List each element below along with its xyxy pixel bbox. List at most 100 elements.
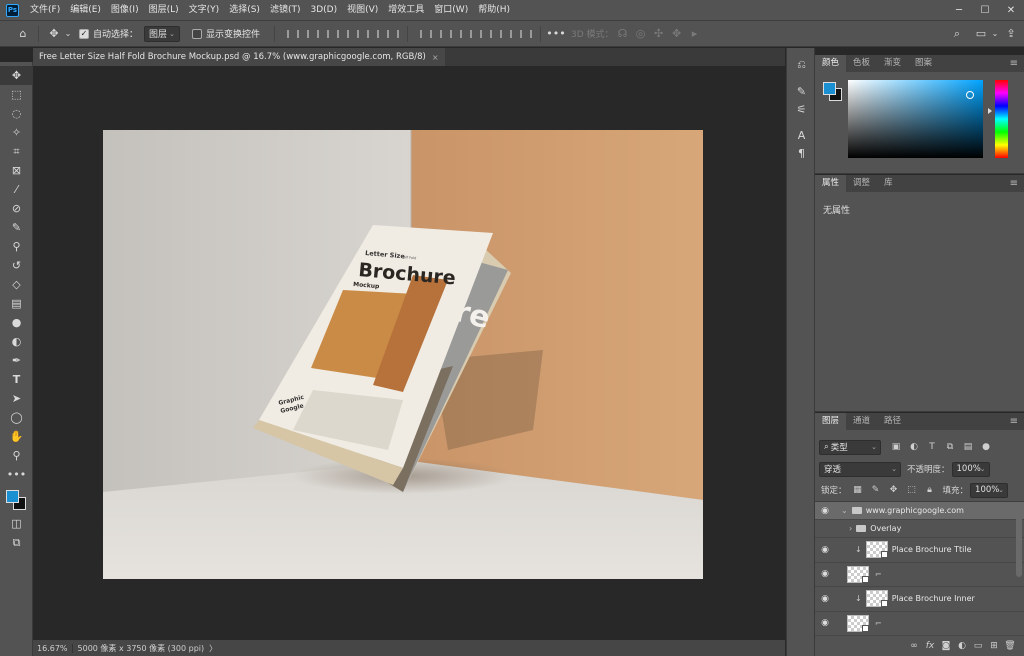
panel-menu-icon[interactable]: ≡ bbox=[1010, 58, 1018, 69]
layer-row[interactable]: ◉ ⌐ bbox=[815, 612, 1024, 636]
eyedropper-tool-icon[interactable]: ⁄ bbox=[0, 180, 33, 199]
layer-row[interactable]: ◉ ↓ Place Brochure Inner bbox=[815, 587, 1024, 612]
close-document-icon[interactable]: × bbox=[432, 53, 439, 62]
visibility-eye-icon[interactable]: ◉ bbox=[815, 618, 835, 628]
home-icon[interactable]: ⌂ bbox=[14, 25, 32, 43]
healing-brush-tool-icon[interactable]: ⊘ bbox=[0, 199, 33, 218]
show-transform-checkbox[interactable] bbox=[192, 28, 203, 39]
more-options-icon[interactable]: ••• bbox=[546, 25, 565, 43]
new-adjustment-layer-icon[interactable]: ◐ bbox=[954, 641, 970, 651]
menu-file[interactable]: 文件(F) bbox=[25, 0, 65, 20]
layer-mask-icon[interactable]: ◙ bbox=[938, 641, 954, 651]
layer-row[interactable]: ◉ ↓ Place Brochure Ttile bbox=[815, 538, 1024, 563]
filter-shape-icon[interactable]: ⧉ bbox=[943, 440, 957, 454]
chevron-right-icon[interactable]: › bbox=[849, 524, 852, 533]
auto-select-checkbox[interactable]: ✓ bbox=[79, 28, 89, 39]
panel-menu-icon[interactable]: ≡ bbox=[1010, 416, 1018, 427]
panel-menu-icon[interactable]: ≡ bbox=[1010, 178, 1018, 189]
eraser-tool-icon[interactable]: ◇ bbox=[0, 275, 33, 294]
color-picker-cursor[interactable] bbox=[966, 91, 974, 99]
crop-tool-icon[interactable]: ⌗ bbox=[0, 142, 33, 161]
maximize-icon[interactable]: ☐ bbox=[972, 0, 998, 20]
menu-layer[interactable]: 图层(L) bbox=[144, 0, 184, 20]
align-hcenter-icon[interactable] bbox=[304, 27, 320, 41]
menu-window[interactable]: 窗口(W) bbox=[429, 0, 473, 20]
minimize-icon[interactable]: ─ bbox=[946, 0, 972, 20]
paragraph-panel-icon[interactable]: ¶ bbox=[787, 144, 816, 162]
layer-style-icon[interactable]: fx bbox=[922, 641, 938, 651]
workspace-chevron-icon[interactable]: ⌄ bbox=[990, 25, 1000, 43]
filter-pixel-icon[interactable]: ▣ bbox=[889, 440, 903, 454]
menu-select[interactable]: 选择(S) bbox=[224, 0, 265, 20]
distribute-top-icon[interactable] bbox=[417, 27, 433, 41]
layer-row[interactable]: ◉ ⌐ bbox=[815, 563, 1024, 587]
path-select-tool-icon[interactable]: ➤ bbox=[0, 389, 33, 408]
align-top-icon[interactable] bbox=[344, 27, 360, 41]
filter-adjustment-icon[interactable]: ◐ bbox=[907, 440, 921, 454]
distribute-hcenter-icon[interactable] bbox=[497, 27, 513, 41]
align-left-icon[interactable] bbox=[284, 27, 300, 41]
menu-edit[interactable]: 编辑(E) bbox=[65, 0, 106, 20]
clone-stamp-tool-icon[interactable]: ⚲ bbox=[0, 237, 33, 256]
auto-select-dropdown[interactable]: 图层 ⌄ bbox=[144, 25, 181, 42]
lock-transparency-icon[interactable]: ▦ bbox=[851, 483, 865, 497]
hue-slider-arrow[interactable] bbox=[988, 108, 992, 114]
menu-help[interactable]: 帮助(H) bbox=[473, 0, 515, 20]
distribute-bottom-icon[interactable] bbox=[457, 27, 473, 41]
hand-tool-icon[interactable]: ✋ bbox=[0, 427, 33, 446]
move-tool-icon[interactable]: ✥ bbox=[0, 66, 33, 85]
workspace-icon[interactable]: ▭ bbox=[972, 25, 990, 43]
align-right-icon[interactable] bbox=[324, 27, 340, 41]
new-group-icon[interactable]: ▭ bbox=[970, 641, 986, 651]
filter-type-icon[interactable]: T bbox=[925, 440, 939, 454]
adjustments-icon[interactable]: ⚟ bbox=[787, 100, 816, 118]
distribute-right-icon[interactable] bbox=[517, 27, 533, 41]
dodge-tool-icon[interactable]: ◐ bbox=[0, 332, 33, 351]
search-icon[interactable]: ⌕ bbox=[948, 25, 966, 43]
zoom-tool-icon[interactable]: ⚲ bbox=[0, 446, 33, 465]
menu-plugins[interactable]: 增效工具 bbox=[383, 0, 429, 20]
layer-filter-dropdown[interactable]: ⌕ 类型 ⌄ bbox=[819, 439, 881, 455]
link-layers-icon[interactable]: ∞ bbox=[906, 641, 922, 651]
opacity-field[interactable]: 100% ⌄ bbox=[951, 461, 990, 477]
fill-field[interactable]: 100% ⌄ bbox=[970, 482, 1009, 498]
delete-layer-icon[interactable]: 🗑︎ bbox=[1002, 641, 1018, 651]
menu-view[interactable]: 视图(V) bbox=[342, 0, 383, 20]
edit-toolbar-icon[interactable]: ••• bbox=[0, 465, 33, 484]
menu-filter[interactable]: 滤镜(T) bbox=[265, 0, 306, 20]
zoom-level[interactable]: 16.67% bbox=[33, 643, 73, 653]
lock-position-icon[interactable]: ✥ bbox=[887, 483, 901, 497]
layer-row[interactable]: › Overlay bbox=[815, 520, 1024, 538]
document-canvas[interactable]: re Letter Size Half Fold Brochure Mockup… bbox=[103, 130, 703, 579]
align-vcenter-icon[interactable] bbox=[364, 27, 380, 41]
slide-3d-icon[interactable]: ✥ bbox=[668, 25, 686, 43]
color-panel-foreground-swatch[interactable] bbox=[823, 82, 836, 95]
type-tool-icon[interactable]: T bbox=[0, 370, 33, 389]
menu-3d[interactable]: 3D(D) bbox=[305, 0, 342, 20]
lock-all-icon[interactable]: 🔒︎ bbox=[923, 483, 937, 497]
lock-pixels-icon[interactable]: ✎ bbox=[869, 483, 883, 497]
pen-tool-icon[interactable]: ✒ bbox=[0, 351, 33, 370]
tab-properties[interactable]: 属性 bbox=[815, 175, 847, 192]
menu-type[interactable]: 文字(Y) bbox=[184, 0, 225, 20]
menu-image[interactable]: 图像(I) bbox=[106, 0, 144, 20]
tab-adjustments[interactable]: 调整 bbox=[846, 175, 877, 192]
move-tool-icon[interactable]: ✥ bbox=[45, 25, 63, 43]
visibility-eye-icon[interactable]: ◉ bbox=[815, 545, 835, 555]
layers-scrollbar[interactable] bbox=[1016, 505, 1022, 577]
tab-channels[interactable]: 通道 bbox=[846, 413, 877, 430]
tab-color[interactable]: 颜色 bbox=[815, 55, 847, 72]
visibility-eye-icon[interactable]: ◉ bbox=[815, 506, 835, 516]
foreground-color-swatch[interactable] bbox=[6, 490, 19, 503]
shape-tool-icon[interactable]: ◯ bbox=[0, 408, 33, 427]
brush-tool-icon[interactable]: ✎ bbox=[0, 218, 33, 237]
status-menu-arrow[interactable]: 〉 bbox=[209, 643, 217, 654]
quick-select-tool-icon[interactable]: ✧ bbox=[0, 123, 33, 142]
visibility-eye-icon[interactable]: ◉ bbox=[815, 594, 835, 604]
tab-gradients[interactable]: 渐变 bbox=[877, 55, 908, 72]
distribute-vcenter-icon[interactable] bbox=[437, 27, 453, 41]
tab-swatches[interactable]: 色板 bbox=[846, 55, 877, 72]
visibility-eye-icon[interactable]: ◉ bbox=[815, 569, 835, 579]
tab-libraries[interactable]: 库 bbox=[877, 175, 900, 192]
distribute-left-icon[interactable] bbox=[477, 27, 493, 41]
